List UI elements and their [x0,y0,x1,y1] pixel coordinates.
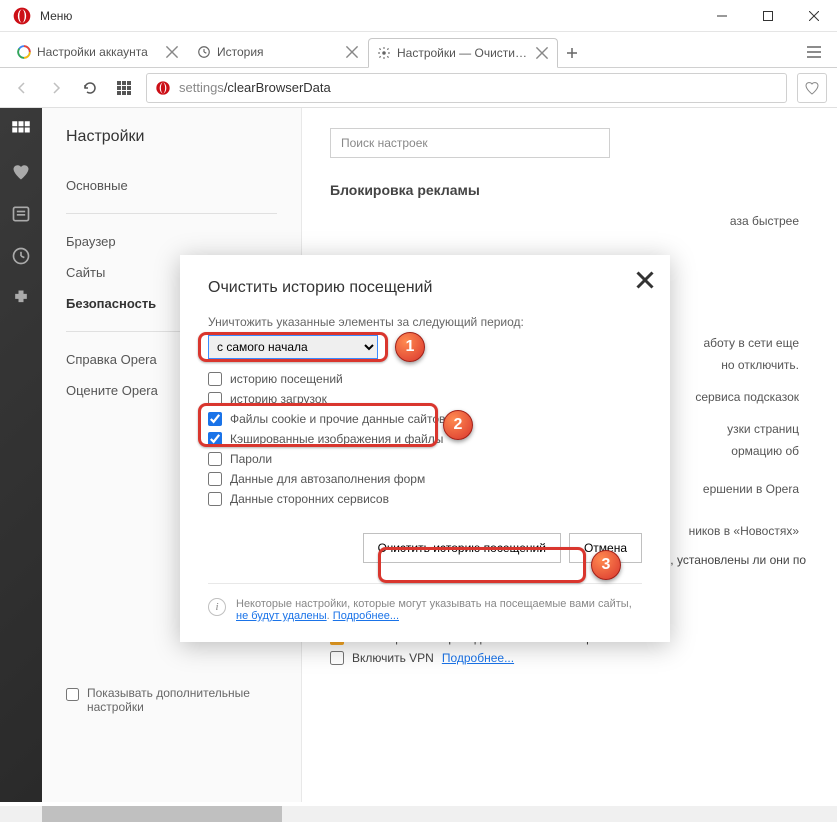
speed-dial-button[interactable] [112,76,136,100]
not-deleted-link[interactable]: не будут удалены [236,610,327,622]
tab-menu-button[interactable] [799,37,829,67]
opt-browsing-history[interactable]: историю посещений [208,369,642,389]
bookmark-heart-button[interactable] [797,73,827,103]
address-text: settings/clearBrowserData [179,80,331,95]
dialog-info: i Некоторые настройки, которые могут ука… [208,583,642,622]
sidebar-item-browser[interactable]: Браузер [66,226,277,257]
info-icon: i [208,598,226,616]
tab-settings-clear[interactable]: Настройки — Очистить и [368,38,558,68]
scrollbar-thumb[interactable] [42,806,282,822]
tab-close-icon[interactable] [535,46,549,60]
rail-extensions-icon[interactable] [11,288,31,308]
opera-o-icon [155,80,171,96]
google-icon [17,45,31,59]
tab-google-account[interactable]: Настройки аккаунта [8,37,188,67]
dialog-description: Уничтожить указанные элементы за следующ… [208,315,642,329]
settings-search-input[interactable]: Поиск настроек [330,128,610,158]
rail-speed-dial-icon[interactable] [11,120,31,140]
window-close-button[interactable] [791,0,837,32]
tab-history[interactable]: История [188,37,368,67]
time-period-select[interactable]: с самого начала [208,335,378,359]
dialog-close-button[interactable] [636,271,654,289]
tab-strip: Настройки аккаунта История Настройки — О… [0,32,837,68]
tab-title: Настройки аккаунта [37,45,161,59]
nav-back-button[interactable] [10,76,34,100]
opt-cached[interactable]: Кэшированные изображения и файлы [208,429,642,449]
advanced-settings-checkbox[interactable]: Показывать дополнительные настройки [66,686,277,714]
opera-logo-icon [12,6,32,26]
badge-3: 3 [591,550,621,580]
opt-cookies[interactable]: Файлы cookie и прочие данные сайтов [208,409,642,429]
advanced-checkbox-input[interactable] [66,688,79,701]
left-rail [0,108,42,802]
opt-autofill[interactable]: Данные для автозаполнения форм [208,469,642,489]
tab-title: История [217,45,341,59]
window-maximize-button[interactable] [745,0,791,32]
ad-block-heading: Блокировка рекламы [330,182,809,198]
clear-button[interactable]: Очистить историю посещений [363,533,561,563]
vpn-learn-more-link[interactable]: Подробнее... [442,651,514,665]
dialog-title: Очистить историю посещений [208,279,642,297]
new-tab-button[interactable] [558,39,586,67]
opt-third-party[interactable]: Данные сторонних сервисов [208,489,642,509]
sidebar-title: Настройки [66,128,277,146]
window-minimize-button[interactable] [699,0,745,32]
tab-close-icon[interactable] [345,45,359,59]
clear-history-dialog: Очистить историю посещений Уничтожить ук… [180,255,670,642]
clock-icon [197,45,211,59]
address-bar: settings/clearBrowserData [0,68,837,108]
opt-download-history[interactable]: историю загрузок [208,389,642,409]
titlebar: Меню [0,0,837,32]
sidebar-item-basic[interactable]: Основные [66,170,277,201]
badge-1: 1 [395,332,425,362]
vpn-enable-checkbox[interactable]: Включить VPN Подробнее... [330,648,809,668]
gear-icon [377,46,391,60]
nav-forward-button[interactable] [44,76,68,100]
tab-title: Настройки — Очистить и [397,46,531,60]
address-field[interactable]: settings/clearBrowserData [146,73,787,103]
reload-button[interactable] [78,76,102,100]
horizontal-scrollbar[interactable] [0,806,837,822]
opt-passwords[interactable]: Пароли [208,449,642,469]
rail-history-icon[interactable] [11,246,31,266]
menu-label[interactable]: Меню [40,9,72,23]
learn-more-link[interactable]: Подробнее... [333,610,399,622]
badge-2: 2 [443,410,473,440]
rail-news-icon[interactable] [11,204,31,224]
tab-close-icon[interactable] [165,45,179,59]
rail-heart-icon[interactable] [11,162,31,182]
